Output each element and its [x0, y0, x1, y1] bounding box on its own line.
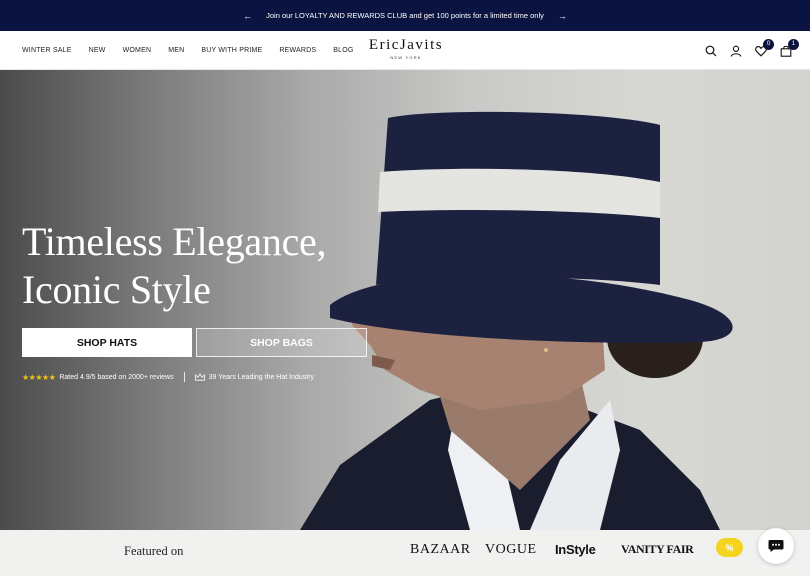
- years-text: 39 Years Leading the Hat Industry: [208, 373, 315, 381]
- shop-hats-button[interactable]: SHOP HATS: [22, 328, 192, 357]
- logo-subtitle: NEW YORK: [390, 55, 422, 60]
- press-logo-vanity-fair: VANITY FAIR: [621, 542, 694, 556]
- featured-label: Featured on: [124, 544, 184, 558]
- announcement-bar: ← Join our LOYALTY AND REWARDS CLUB and …: [0, 0, 810, 31]
- wishlist-count-badge: 0: [763, 38, 774, 50]
- announcement-text[interactable]: Join our LOYALTY AND REWARDS CLUB and ge…: [266, 11, 544, 20]
- brand-logo[interactable]: EricJavits NEW YORK: [364, 37, 448, 60]
- cart-count-badge: 1: [788, 38, 799, 50]
- chat-button[interactable]: [758, 528, 794, 564]
- press-logo-vogue: VOGUE: [485, 542, 537, 557]
- hero-title: Timeless Elegance, Iconic Style: [22, 218, 326, 314]
- crown-icon: [194, 373, 205, 381]
- arrow-right-icon[interactable]: →: [558, 11, 567, 21]
- shop-bags-button[interactable]: SHOP BAGS: [196, 328, 367, 357]
- search-icon[interactable]: [705, 45, 717, 57]
- nav-item-rewards[interactable]: REWARDS: [279, 47, 316, 54]
- rating-text: Rated 4.9/5 based on 2000+ reviews: [59, 373, 174, 381]
- arrow-left-icon[interactable]: ←: [243, 11, 252, 21]
- user-icon[interactable]: [730, 45, 742, 57]
- main-nav: WINTER SALE NEW WOMEN MEN BUY WITH PRIME…: [22, 31, 354, 70]
- divider: [183, 372, 185, 382]
- nav-item-winter-sale[interactable]: WINTER SALE: [22, 47, 72, 54]
- discount-icon[interactable]: %: [716, 538, 743, 557]
- nav-item-blog[interactable]: BLOG: [333, 47, 353, 54]
- heart-icon[interactable]: 0: [755, 38, 774, 57]
- hero-title-line-1: Timeless Elegance,: [22, 219, 327, 264]
- logo-wordmark: EricJavits: [368, 37, 444, 53]
- nav-item-men[interactable]: MEN: [168, 47, 184, 54]
- press-logo-bazaar: BAZAAR: [410, 542, 471, 557]
- hero-banner: Timeless Elegance, Iconic Style SHOP HAT…: [0, 70, 810, 530]
- press-logo-instyle: InStyle: [555, 542, 596, 557]
- site-header: WINTER SALE NEW WOMEN MEN BUY WITH PRIME…: [0, 31, 810, 70]
- nav-item-buy-with-prime[interactable]: BUY WITH PRIME: [201, 47, 262, 54]
- rating-row: ★★★★★ Rated 4.9/5 based on 2000+ reviews…: [22, 372, 314, 382]
- featured-on-bar: Featured on BAZAAR VOGUE InStyle VANITY …: [0, 530, 810, 576]
- header-actions: 0 1: [705, 31, 799, 70]
- bag-icon[interactable]: 1: [780, 38, 799, 57]
- nav-item-new[interactable]: NEW: [89, 47, 106, 54]
- hero-title-line-2: Iconic Style: [22, 267, 211, 312]
- chat-icon: [768, 540, 784, 552]
- nav-item-women[interactable]: WOMEN: [123, 47, 152, 54]
- star-rating-icon: ★★★★★: [22, 372, 56, 382]
